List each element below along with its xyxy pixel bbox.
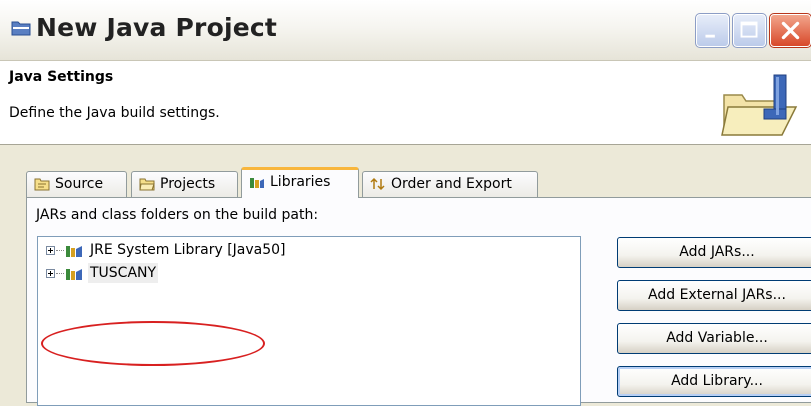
libraries-panel: JARs and class folders on the build path… bbox=[26, 197, 811, 406]
add-jars-button[interactable]: Add JARs... bbox=[617, 237, 811, 268]
page-description: Define the Java build settings. bbox=[9, 105, 220, 121]
library-icon bbox=[66, 269, 82, 280]
add-library-button[interactable]: Add Library... bbox=[617, 366, 811, 397]
tab-order-and-export-label: Order and Export bbox=[391, 176, 512, 192]
close-button[interactable] bbox=[769, 13, 811, 48]
maximize-button[interactable] bbox=[732, 13, 767, 48]
annotation-ellipse bbox=[41, 321, 265, 366]
tree-item-label: TUSCANY bbox=[88, 263, 159, 283]
tab-source[interactable]: Source bbox=[26, 171, 127, 197]
java-project-icon bbox=[11, 21, 31, 36]
library-icon bbox=[66, 246, 82, 257]
minimize-icon bbox=[705, 34, 715, 38]
add-variable-button[interactable]: Add Variable... bbox=[617, 323, 811, 354]
window-title: New Java Project bbox=[36, 13, 278, 42]
tree-item-label: JRE System Library [Java50] bbox=[90, 242, 286, 258]
order-export-icon bbox=[370, 177, 385, 191]
maximize-icon bbox=[740, 21, 758, 38]
minimize-button[interactable] bbox=[695, 13, 730, 48]
source-folder-icon bbox=[34, 178, 50, 191]
tab-libraries[interactable]: Libraries bbox=[241, 167, 359, 198]
tab-order-and-export[interactable]: Order and Export bbox=[362, 171, 538, 197]
page-title: Java Settings bbox=[9, 69, 114, 85]
libraries-icon bbox=[250, 178, 264, 188]
expand-icon[interactable] bbox=[46, 269, 55, 278]
dialog-body: Source Projects Libraries Order and Expo… bbox=[0, 145, 811, 406]
tab-projects-label: Projects bbox=[160, 176, 216, 192]
build-path-tree[interactable]: JRE System Library [Java50] TUSCANY bbox=[37, 236, 581, 406]
wizard-header: Java Settings Define the Java build sett… bbox=[0, 61, 811, 145]
tab-libraries-label: Libraries bbox=[270, 174, 331, 190]
build-path-label: JARs and class folders on the build path… bbox=[36, 207, 319, 223]
expand-icon[interactable] bbox=[46, 246, 55, 255]
add-external-jars-button[interactable]: Add External JARs... bbox=[617, 280, 811, 311]
projects-folder-icon bbox=[139, 178, 155, 191]
tab-projects[interactable]: Projects bbox=[131, 171, 238, 197]
tab-source-label: Source bbox=[55, 176, 104, 192]
new-java-project-banner-icon bbox=[721, 74, 798, 136]
title-bar[interactable]: New Java Project bbox=[0, 0, 811, 61]
close-icon bbox=[781, 21, 800, 40]
